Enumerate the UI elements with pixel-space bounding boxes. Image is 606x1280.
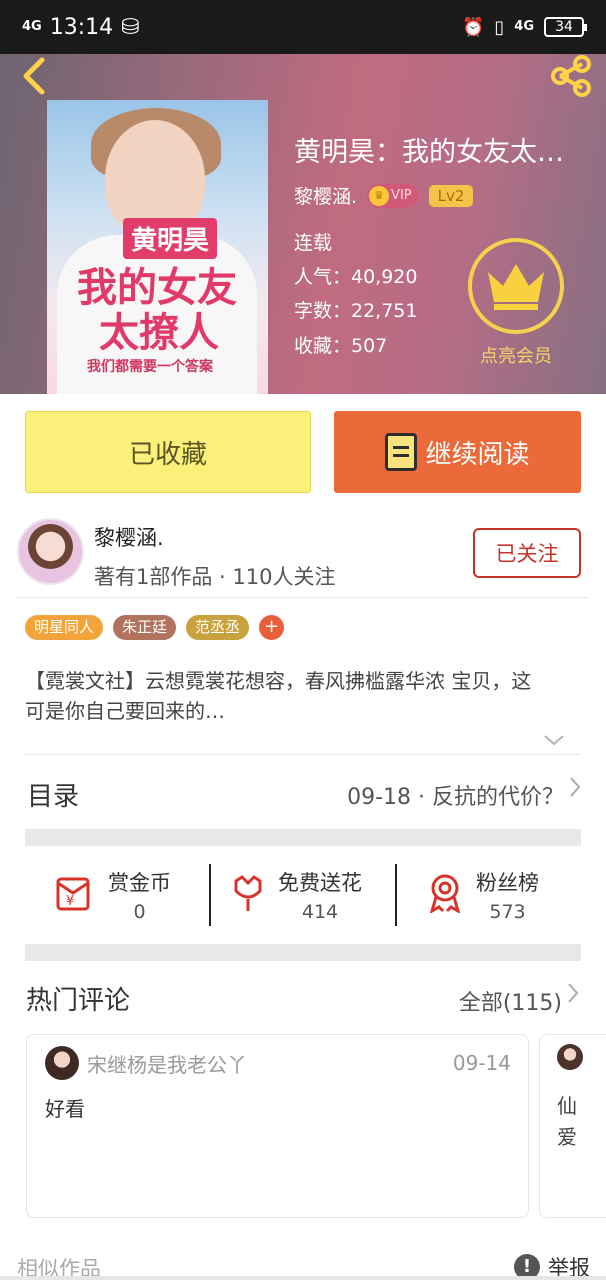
flower-icon — [230, 873, 266, 917]
book-favorites: 收藏：507 — [294, 335, 388, 357]
vip-badge: ♛ VIP — [367, 183, 419, 208]
network-indicator: 4G — [514, 19, 534, 34]
section-separator — [25, 944, 581, 961]
book-icon — [385, 433, 418, 471]
alarm-icon: ⏰ — [461, 16, 485, 38]
medal-icon — [426, 873, 464, 917]
share-icon[interactable] — [548, 54, 596, 98]
toc-latest-chapter[interactable]: 09-18 · 反抗的代价？ — [347, 779, 564, 811]
tag-chip[interactable]: 朱正廷 — [113, 615, 177, 640]
commenter-avatar[interactable] — [45, 1046, 79, 1080]
favorited-button[interactable]: 已收藏 — [25, 411, 311, 493]
comment-date: 09-14 — [452, 1051, 511, 1075]
all-comments-link[interactable]: 全部(115) — [459, 985, 562, 1017]
coin-reward[interactable]: ¥ 赏金币 0 — [54, 864, 171, 926]
commenter-avatar[interactable] — [557, 1044, 583, 1070]
section-separator — [25, 829, 581, 846]
book-header: 黄明昊 我的女友 太撩人 我们都需要一个答案 黄明昊：我的女友太… 黎樱涵. ♛… — [0, 54, 606, 394]
crown-icon — [468, 238, 564, 334]
back-icon[interactable] — [16, 56, 56, 96]
divider — [17, 597, 589, 598]
commenter-name[interactable]: 宋继杨是我老公丫 — [87, 1049, 247, 1078]
red-envelope-icon: ¥ — [54, 873, 96, 917]
book-description[interactable]: 【霓裳文社】云想霓裳花想容，春风拂槛露华浓 宝贝，这可是你自己要回来的… — [25, 666, 545, 726]
svg-text:¥: ¥ — [66, 894, 74, 909]
author-card-meta: 著有1部作品 · 110人关注 — [94, 565, 336, 589]
tag-list: 明星同人 朱正廷 范丞丞 + — [25, 615, 285, 640]
status-time: 13:14 — [49, 14, 114, 40]
author-card-name[interactable]: 黎樱涵. — [94, 522, 164, 552]
continue-reading-button[interactable]: 继续阅读 — [334, 411, 581, 493]
crown-coin-icon: ♛ — [369, 185, 390, 206]
comment-card[interactable]: 仙爱 — [539, 1034, 606, 1218]
vibrate-icon: ▯ — [494, 16, 505, 38]
divider — [25, 754, 581, 755]
book-status: 连载 — [294, 232, 333, 254]
hot-comments-title: 热门评论 — [26, 986, 131, 1016]
level-badge: Lv2 — [428, 184, 474, 207]
chevron-down-icon[interactable] — [543, 728, 565, 752]
member-button[interactable]: 点亮会员 — [466, 238, 566, 368]
member-label: 点亮会员 — [480, 346, 552, 367]
follow-button[interactable]: 已关注 — [473, 528, 581, 578]
toc-label[interactable]: 目录 — [27, 776, 79, 813]
fan-ranking[interactable]: 粉丝榜 573 — [426, 864, 539, 926]
divider — [395, 864, 397, 926]
cover-tag: 黄明昊 — [123, 218, 218, 259]
chevron-right-icon[interactable] — [566, 980, 580, 1013]
book-popularity: 人气：40,920 — [294, 266, 418, 288]
author-row: 黎樱涵. ♛ VIP Lv2 — [294, 182, 474, 209]
cover-subtitle: 我们都需要一个答案 — [87, 359, 213, 375]
status-bar: 4G 13:14 ⛁ ⏰ ▯ 4G 34 — [0, 0, 606, 54]
author-avatar[interactable] — [17, 518, 84, 585]
author-name[interactable]: 黎樱涵. — [294, 182, 357, 209]
signal-indicator: 4G — [22, 19, 42, 34]
free-flower[interactable]: 免费送花 414 — [230, 864, 362, 926]
data-saver-icon: ⛁ — [121, 14, 140, 40]
comment-card[interactable]: 宋继杨是我老公丫 09-14 好看 — [26, 1034, 529, 1218]
book-title: 黄明昊：我的女友太… — [294, 137, 564, 168]
comment-text: 好看 — [45, 1097, 85, 1121]
divider — [209, 864, 211, 926]
chevron-right-icon[interactable] — [568, 774, 582, 807]
comment-text: 仙爱 — [557, 1094, 577, 1149]
add-tag-button[interactable]: + — [259, 615, 285, 640]
book-word-count: 字数：22,751 — [294, 300, 418, 322]
cover-title-line2: 太撩人 — [99, 309, 219, 356]
battery-indicator: 34 — [544, 17, 587, 37]
tag-chip[interactable]: 明星同人 — [25, 615, 104, 640]
book-cover[interactable]: 黄明昊 我的女友 太撩人 我们都需要一个答案 — [47, 100, 268, 394]
divider — [0, 1276, 606, 1280]
tag-chip[interactable]: 范丞丞 — [186, 615, 250, 640]
